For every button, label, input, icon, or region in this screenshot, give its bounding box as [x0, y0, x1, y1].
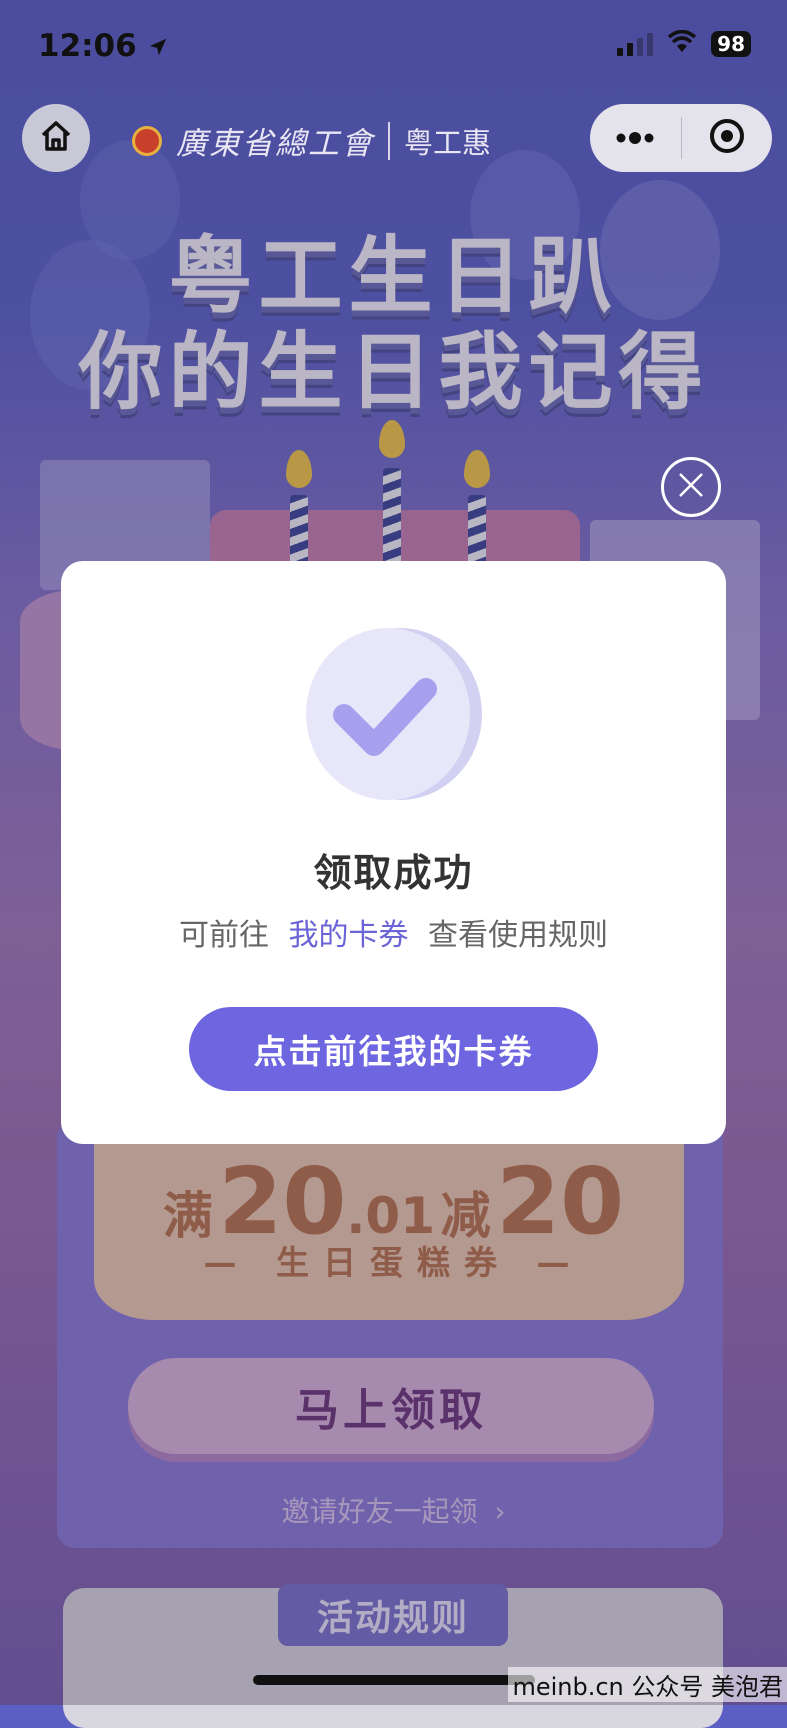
- home-icon: [38, 118, 74, 158]
- brand-divider: [388, 121, 390, 160]
- cellular-signal-icon: [617, 32, 654, 56]
- modal-description: 可前往 我的卡券 查看使用规则: [0, 910, 787, 954]
- success-check-icon: [302, 627, 482, 802]
- home-indicator: [253, 1675, 535, 1685]
- go-to-my-coupons-button[interactable]: 点击前往我的卡券: [189, 1007, 598, 1091]
- union-logo-icon: [132, 125, 162, 156]
- brand-header: 廣東省總工會 粤工惠: [132, 118, 491, 163]
- more-button[interactable]: [590, 104, 681, 172]
- close-icon: [676, 470, 706, 504]
- brand-org: 廣東省總工會: [176, 126, 374, 162]
- status-time-text: 12:06: [38, 28, 137, 64]
- location-arrow-icon: [147, 28, 169, 64]
- battery-icon: 98: [711, 31, 751, 57]
- home-button[interactable]: [22, 104, 90, 172]
- wifi-icon: [667, 29, 697, 58]
- modal-desc-after: 查看使用规则: [428, 918, 609, 953]
- brand-name: 粤工惠: [404, 125, 492, 160]
- my-coupons-link[interactable]: 我的卡券: [289, 918, 409, 953]
- more-dots-icon: [615, 129, 655, 148]
- close-miniprogram-button[interactable]: [682, 104, 773, 172]
- status-indicators: 98: [617, 29, 751, 58]
- target-circle-icon: [708, 117, 746, 159]
- status-time: 12:06: [38, 28, 169, 64]
- miniprogram-capsule: [590, 104, 772, 172]
- close-modal-button[interactable]: [661, 457, 721, 517]
- modal-desc-before: 可前往: [178, 918, 269, 953]
- modal-title: 领取成功: [313, 851, 474, 895]
- watermark: meinb.cn 公众号 美泡君: [508, 1667, 787, 1702]
